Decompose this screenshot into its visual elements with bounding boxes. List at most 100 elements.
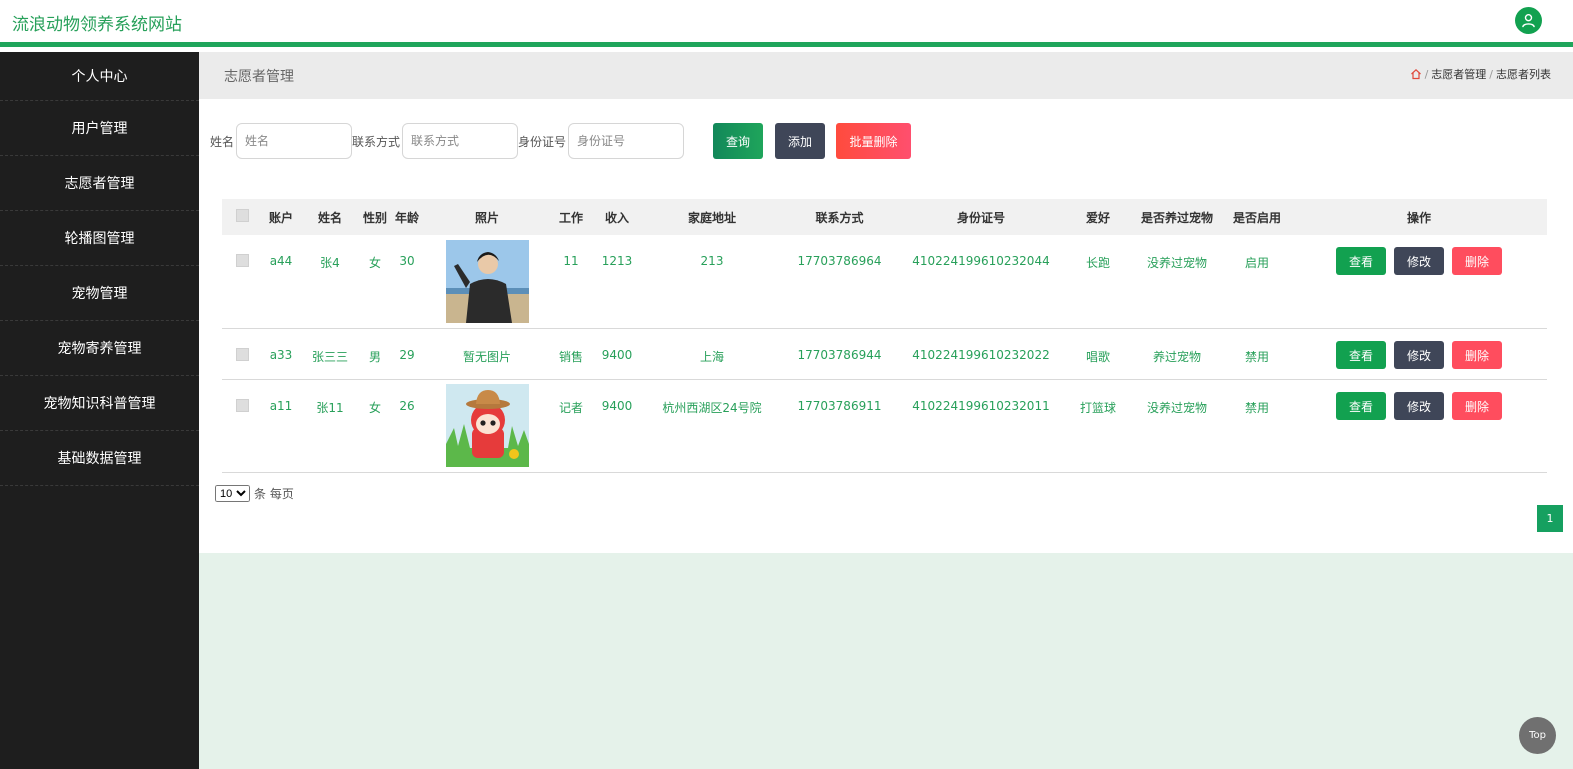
row-checkbox[interactable]	[235, 399, 249, 412]
home-icon[interactable]	[1410, 68, 1422, 80]
sidebar-item-volunteers[interactable]: 志愿者管理	[0, 156, 199, 211]
column-header: 爱好	[1085, 210, 1110, 225]
sidebar-item-users[interactable]: 用户管理	[0, 101, 199, 156]
cell-job: 销售	[558, 350, 583, 364]
cell-had-pet: 养过宠物	[1152, 350, 1201, 364]
cell-hobby: 长跑	[1085, 256, 1110, 270]
phone-label: 联系方式	[352, 134, 401, 149]
breadcrumb-item[interactable]: 志愿者管理	[1431, 66, 1486, 82]
batch-delete-button[interactable]: 批量删除	[836, 123, 912, 159]
name-label: 姓名	[210, 134, 235, 149]
cell-income: 1213	[601, 254, 633, 268]
view-button[interactable]: 查看	[1336, 247, 1386, 275]
cell-name: 张4	[320, 256, 340, 270]
cartoon-photo[interactable]	[445, 384, 529, 467]
cell-phone: 17703786964	[797, 254, 882, 268]
sidebar-item-pets[interactable]: 宠物管理	[0, 266, 199, 321]
edit-button[interactable]: 修改	[1394, 341, 1444, 369]
view-button[interactable]: 查看	[1336, 341, 1386, 369]
sidebar-item-basic-data[interactable]: 基础数据管理	[0, 431, 199, 486]
table-row: a11 张11 女 26 记者 9400 杭州西湖区24号院 177037869…	[222, 380, 1547, 473]
delete-button[interactable]: 删除	[1452, 247, 1502, 275]
cell-income: 9400	[601, 348, 633, 362]
cell-account: a11	[269, 399, 293, 413]
name-input[interactable]	[236, 123, 353, 159]
page-number-button[interactable]: 1	[1537, 505, 1563, 532]
column-header: 联系方式	[815, 210, 864, 225]
cell-phone: 17703786944	[797, 348, 882, 362]
row-checkbox[interactable]	[235, 348, 249, 361]
per-page-label: 条 每页	[254, 487, 294, 501]
sidebar-item-knowledge[interactable]: 宠物知识科普管理	[0, 376, 199, 431]
column-header: 家庭地址	[687, 210, 736, 225]
cell-age: 29	[399, 348, 415, 362]
cell-address: 上海	[699, 350, 724, 364]
column-header: 是否养过宠物	[1140, 210, 1213, 225]
page-size-select[interactable]: 10	[215, 485, 250, 502]
back-to-top-button[interactable]: Top	[1519, 717, 1556, 754]
table-row: a33 张三三 男 29 暂无图片 销售 9400 上海 17703786944…	[222, 329, 1547, 380]
cell-hobby: 打篮球	[1079, 401, 1116, 415]
cell-id-number: 410224199610232044	[912, 254, 1050, 268]
cell-sex: 女	[368, 256, 381, 270]
cell-account: a44	[269, 254, 293, 268]
cell-had-pet: 没养过宠物	[1146, 401, 1207, 415]
edit-button[interactable]: 修改	[1394, 392, 1444, 420]
sidebar-item-carousel[interactable]: 轮播图管理	[0, 211, 199, 266]
column-header: 年龄	[394, 210, 419, 225]
cell-sex: 女	[368, 401, 381, 415]
cell-sex: 男	[368, 350, 381, 364]
sidebar-item-foster[interactable]: 宠物寄养管理	[0, 321, 199, 376]
cell-age: 30	[399, 254, 415, 268]
view-button[interactable]: 查看	[1336, 392, 1386, 420]
sidebar: 个人中心 用户管理 志愿者管理 轮播图管理 宠物管理 宠物寄养管理 宠物知识科普…	[0, 52, 199, 769]
delete-button[interactable]: 删除	[1452, 392, 1502, 420]
table-header: 账户 姓名 性别 年龄 照片 工作 收入 家庭地址 联系方式 身份证号 爱好 是…	[222, 199, 1547, 235]
cell-phone: 17703786911	[797, 399, 882, 413]
page-header: 志愿者管理 / 志愿者管理 / 志愿者列表	[199, 52, 1573, 99]
cell-id-number: 410224199610232011	[912, 399, 1050, 413]
breadcrumb-separator: /	[1424, 67, 1429, 81]
id-number-input[interactable]	[568, 123, 685, 159]
user-avatar-button[interactable]	[1515, 7, 1542, 34]
cell-income: 9400	[601, 399, 633, 413]
cell-enabled: 禁用	[1244, 350, 1269, 364]
cell-job: 11	[563, 254, 579, 268]
column-header: 账户	[268, 210, 293, 225]
cell-account: a33	[269, 348, 293, 362]
cell-address: 213	[700, 254, 724, 268]
select-all-checkbox[interactable]	[235, 209, 249, 222]
cell-had-pet: 没养过宠物	[1146, 256, 1207, 270]
main-area: 志愿者管理 / 志愿者管理 / 志愿者列表 姓名 联系方式 身份证号 查询 添加…	[199, 52, 1573, 769]
content-panel: 姓名 联系方式 身份证号 查询 添加 批量删除 账户 姓名 性别 年龄 照片 工…	[199, 99, 1573, 553]
sidebar-item-profile[interactable]: 个人中心	[0, 52, 199, 101]
breadcrumb-separator: /	[1489, 67, 1493, 81]
delete-button[interactable]: 删除	[1452, 341, 1502, 369]
id-number-label: 身份证号	[518, 134, 567, 149]
site-title: 流浪动物领养系统网站	[12, 15, 182, 35]
cell-enabled: 禁用	[1244, 401, 1269, 415]
page-title: 志愿者管理	[224, 69, 294, 85]
column-header: 性别	[362, 210, 387, 225]
no-image-text: 暂无图片	[462, 350, 511, 364]
user-icon	[1522, 13, 1535, 28]
column-header: 是否启用	[1232, 210, 1281, 225]
cell-enabled: 启用	[1244, 256, 1269, 270]
column-header: 工作	[558, 210, 583, 225]
row-checkbox[interactable]	[235, 254, 249, 267]
table-row: a44 张4 女 30 11 1213 213 17703786964 4102…	[222, 235, 1547, 329]
cell-name: 张三三	[311, 350, 348, 364]
search-bar: 姓名 联系方式 身份证号 查询 添加 批量删除	[210, 123, 912, 159]
column-header: 姓名	[317, 210, 342, 225]
column-header: 操作	[1406, 210, 1431, 225]
person-photo[interactable]	[445, 240, 529, 323]
query-button[interactable]: 查询	[713, 123, 764, 159]
column-header: 身份证号	[956, 210, 1005, 225]
page-size-control: 10 条 每页	[215, 485, 294, 502]
cell-age: 26	[399, 399, 415, 413]
phone-input[interactable]	[402, 123, 519, 159]
cell-id-number: 410224199610232022	[912, 348, 1050, 362]
add-button[interactable]: 添加	[775, 123, 826, 159]
cell-hobby: 唱歌	[1085, 350, 1110, 364]
edit-button[interactable]: 修改	[1394, 247, 1444, 275]
